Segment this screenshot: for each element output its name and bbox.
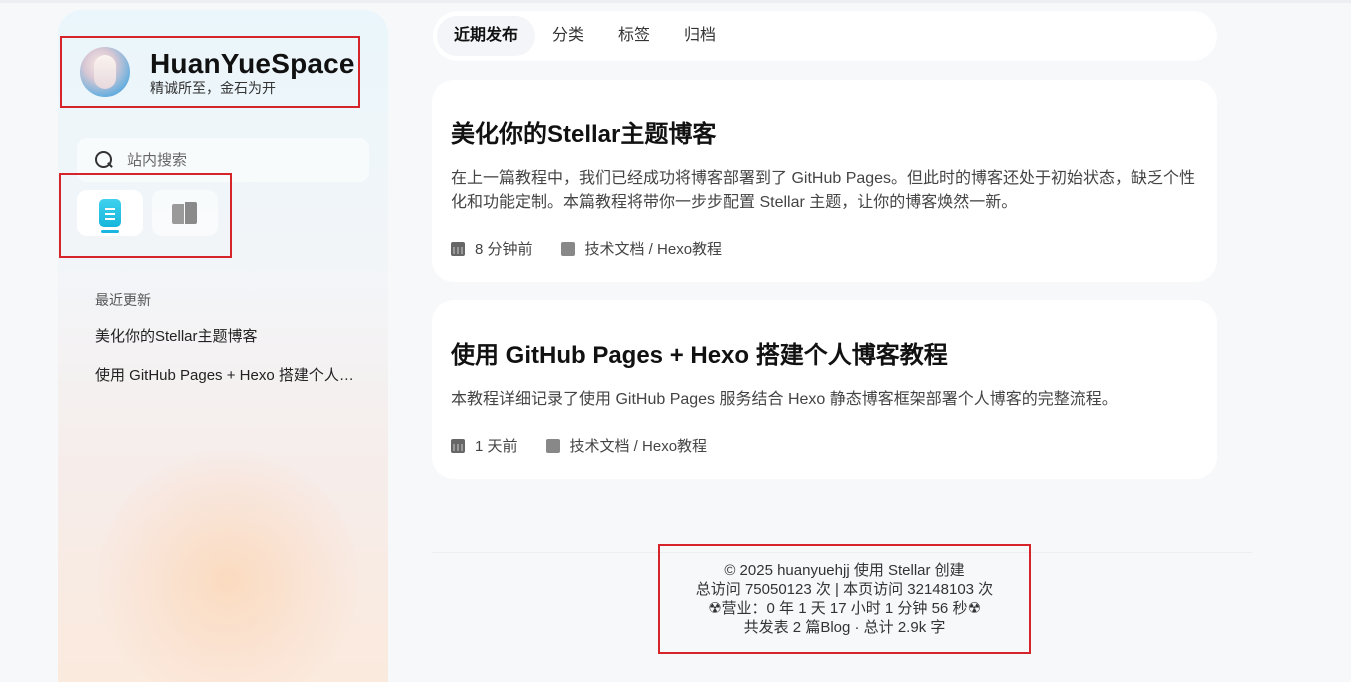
tab-categories[interactable]: 分类 <box>535 16 601 56</box>
book-icon <box>172 202 198 224</box>
footer-copyright: © 2025 huanyuehjj 使用 Stellar 创建 <box>724 562 965 579</box>
recent-item[interactable]: 使用 GitHub Pages + Hexo 搭建个人博客教程 <box>95 364 355 385</box>
post-card[interactable]: 美化你的Stellar主题博客 在上一篇教程中，我们已经成功将博客部署到了 Gi… <box>432 80 1217 282</box>
footer-uptime: ☢营业：0 年 1 天 17 小时 1 分钟 56 秒☢ <box>708 600 981 617</box>
post-category[interactable]: 技术文档 / Hexo教程 <box>570 435 708 456</box>
post-title[interactable]: 美化你的Stellar主题博客 <box>451 114 716 149</box>
post-time: 1 天前 <box>475 438 518 455</box>
active-tab-indicator <box>101 230 119 233</box>
top-divider <box>0 0 1351 3</box>
search-icon <box>95 151 113 169</box>
folder-icon <box>560 241 575 256</box>
post-time: 8 分钟前 <box>475 241 533 258</box>
search-input[interactable] <box>127 151 357 169</box>
post-excerpt: 在上一篇教程中，我们已经成功将博客部署到了 GitHub Pages。但此时的博… <box>451 170 1196 211</box>
site-logo[interactable]: HuanYueSpace 精诚所至，金石为开 <box>60 36 360 108</box>
footer-visits: 总访问 75050123 次 | 本页访问 32148103 次 <box>695 581 994 598</box>
sidebar: HuanYueSpace 精诚所至，金石为开 最近更新 美化你的Stellar主… <box>58 10 388 682</box>
post-excerpt: 本教程详细记录了使用 GitHub Pages 服务结合 Hexo 静态博客框架… <box>451 391 1118 408</box>
calendar-icon <box>451 438 465 453</box>
site-subtitle: 精诚所至，金石为开 <box>150 79 276 96</box>
recent-item[interactable]: 美化你的Stellar主题博客 <box>95 325 355 346</box>
avatar[interactable] <box>80 47 130 97</box>
main-tabbar: 近期发布 分类 标签 归档 <box>433 11 1217 61</box>
post-card[interactable]: 使用 GitHub Pages + Hexo 搭建个人博客教程 本教程详细记录了… <box>432 300 1217 479</box>
post-title[interactable]: 使用 GitHub Pages + Hexo 搭建个人博客教程 <box>451 335 948 370</box>
site-footer: © 2025 huanyuehjj 使用 Stellar 创建 总访问 7505… <box>658 544 1031 654</box>
tab-posts[interactable] <box>77 190 143 236</box>
tab-recent[interactable]: 近期发布 <box>437 16 536 56</box>
post-meta: 1 天前 技术文档 / Hexo教程 <box>451 435 707 456</box>
footer-stats: 共发表 2 篇Blog · 总计 2.9k 字 <box>743 619 946 636</box>
brand: HuanYueSpace 精诚所至，金石为开 <box>150 48 355 96</box>
tab-archive[interactable]: 归档 <box>667 16 733 56</box>
document-icon <box>99 199 121 227</box>
folder-icon <box>545 438 560 453</box>
post-category[interactable]: 技术文档 / Hexo教程 <box>585 238 723 259</box>
site-title[interactable]: HuanYueSpace <box>150 48 355 79</box>
recent-updates-title: 最近更新 <box>95 292 151 308</box>
post-meta: 8 分钟前 技术文档 / Hexo教程 <box>451 238 722 259</box>
tab-wiki[interactable] <box>152 190 218 236</box>
calendar-icon <box>451 241 465 256</box>
tab-tags[interactable]: 标签 <box>601 16 667 56</box>
